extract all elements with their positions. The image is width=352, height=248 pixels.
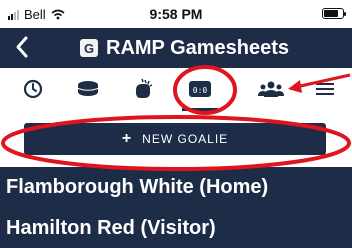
- app-logo-icon: G: [80, 39, 98, 57]
- battery-icon: [322, 8, 346, 19]
- tab-players[interactable]: [256, 76, 286, 102]
- back-chevron-icon[interactable]: [10, 32, 34, 62]
- status-time: 9:58 PM: [149, 6, 203, 22]
- tab-clock[interactable]: [18, 76, 48, 102]
- tab-goals[interactable]: [73, 76, 103, 102]
- tab-bar: 0:0: [0, 68, 352, 112]
- new-goalie-button[interactable]: + NEW GOALIE: [24, 123, 326, 155]
- nav-title-group: G RAMP Gamesheets: [80, 34, 289, 62]
- nav-bar: G RAMP Gamesheets: [0, 28, 352, 68]
- scoreboard-icon: 0:0: [189, 81, 211, 97]
- team-name-home: Flamborough White (Home): [6, 176, 269, 198]
- active-tab-indicator: [182, 108, 218, 111]
- plus-icon: +: [121, 130, 133, 147]
- team-row-home[interactable]: Flamborough White (Home): [0, 167, 352, 207]
- penalty-icon: [136, 78, 153, 98]
- team-row-visitor[interactable]: Hamilton Red (Visitor): [0, 208, 352, 248]
- puck-icon: [77, 81, 99, 96]
- tab-scoreboard[interactable]: 0:0: [185, 76, 215, 102]
- new-goalie-label: NEW GOALIE: [142, 132, 229, 146]
- page-title: RAMP Gamesheets: [106, 36, 290, 59]
- menu-icon: [316, 83, 334, 95]
- tab-penalties[interactable]: [128, 76, 158, 102]
- tab-menu[interactable]: [310, 76, 340, 102]
- scoreboard-score: 0:0: [193, 86, 208, 95]
- status-bar: Bell 9:58 PM: [0, 0, 352, 28]
- players-icon: [258, 81, 284, 97]
- content-area: + NEW GOALIE: [0, 112, 352, 167]
- team-name-visitor: Hamilton Red (Visitor): [6, 217, 216, 239]
- clock-icon: [23, 79, 43, 99]
